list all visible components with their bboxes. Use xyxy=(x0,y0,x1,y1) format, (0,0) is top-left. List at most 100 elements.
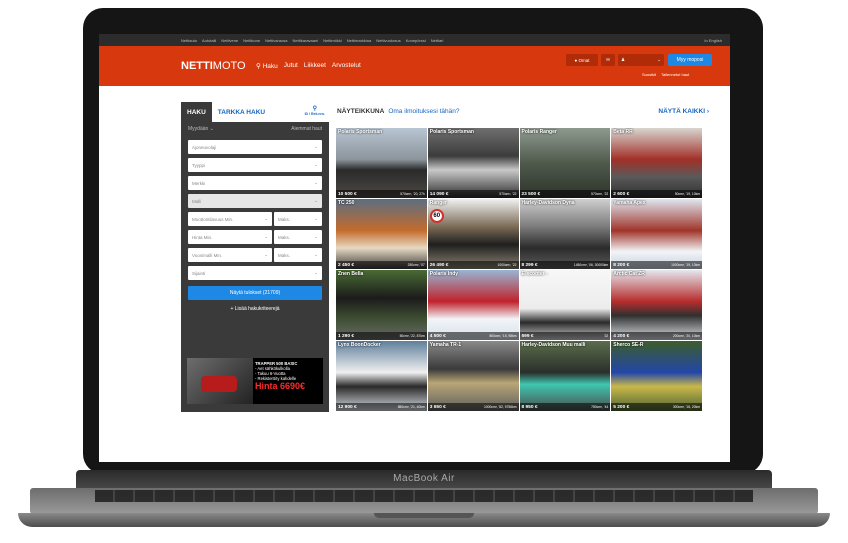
listing-specs: 300cm³, '16, 20km xyxy=(672,405,700,409)
selling-label: Myydään xyxy=(188,126,209,132)
sidebar-ad-banner[interactable]: TRAPPER 500 BASIC - Aet sähkökulkolla - … xyxy=(187,358,323,404)
engine-min-label: Moottoritilavuus Min. xyxy=(192,216,234,222)
listing-specs: 570cm³, '22 xyxy=(499,192,517,196)
nav-haku[interactable]: ⚲ Haku xyxy=(256,62,278,70)
topbar-link-nettiari[interactable]: Nettiari xyxy=(431,38,444,43)
location-select[interactable]: Sijainti ⌄ xyxy=(188,266,322,280)
language-link[interactable]: In English xyxy=(704,38,722,43)
showcase-title: NÄYTEIKKUNA xyxy=(337,107,385,115)
chevron-down-icon: ⌄ xyxy=(264,216,268,221)
listing-card[interactable]: Polaris Sportsman 10 500 € 570cm³, '20, 27… xyxy=(336,128,427,198)
vehicle-type-label: Ajoneuvolaji xyxy=(192,144,217,150)
listing-specs: 250cm³, '07 xyxy=(407,263,425,267)
topbar-link-autotalli[interactable]: Autotalli xyxy=(202,38,216,43)
listing-price: 1 290 € xyxy=(338,333,355,339)
laptop-notch xyxy=(374,513,474,518)
listing-price: 14 090 € xyxy=(429,191,449,197)
year-max-select[interactable]: Maks. ⌄ xyxy=(274,248,322,262)
listing-price-bar: 3 650 € 1000cm³, '82, 9756km xyxy=(427,403,519,411)
listing-card[interactable]: Harley-Davidson Dyna 8 299 € 1450cm³, '06,… xyxy=(519,199,611,269)
engine-min-select[interactable]: Moottoritilavuus Min. ⌄ xyxy=(188,212,272,226)
listing-card[interactable]: Polaris Ranger 23 500 € 570cm³, '22 xyxy=(519,128,611,198)
topbar-link-nettivaraosa[interactable]: Nettivaraosa xyxy=(265,38,287,43)
vehicle-type-select[interactable]: Ajoneuvolaji ⌄ xyxy=(188,140,322,154)
listing-price-bar: 26 490 € 1000cm³, '22 xyxy=(427,261,519,269)
listing-title: Ranger xyxy=(429,200,447,206)
price-max-select[interactable]: Maks. ⌄ xyxy=(274,230,322,244)
listing-card[interactable]: Yamaha Apex 8 200 € 1000cm³, '19, 10km xyxy=(611,199,702,269)
listing-price-bar: 8 200 € 1000cm³, '19, 10km xyxy=(611,261,702,269)
topbar-link-koneporssi[interactable]: Konepörssi xyxy=(406,38,426,43)
show-all-link[interactable]: NÄYTÄ KAIKKI › xyxy=(658,108,709,115)
logo-light: MOTO xyxy=(212,60,246,72)
nav-jutut[interactable]: Jutut xyxy=(284,62,298,70)
chevron-down-icon: ⌄ xyxy=(314,270,318,275)
year-min-label: Vuosimalli Min. xyxy=(192,252,223,258)
topbar-link-nettimokki[interactable]: Nettimökki xyxy=(323,38,342,43)
nav-arvostelut[interactable]: Arvostelut xyxy=(332,62,361,70)
price-min-select[interactable]: Hinta Min. ⌄ xyxy=(188,230,272,244)
selling-select[interactable]: Myydään ⌄ xyxy=(188,126,214,132)
listing-card[interactable]: Beta RR 2 600 € 50cm³, '19, 10km xyxy=(611,128,702,198)
chevron-down-icon: ⌄ xyxy=(264,234,268,239)
listing-card[interactable]: E-scooter - 599 € '22 xyxy=(519,270,611,340)
topbar-link-nettikaravaani[interactable]: Nettikaravaani xyxy=(293,38,319,43)
listing-price: 23 500 € xyxy=(521,191,541,197)
site-logo[interactable]: NETTIMOTO xyxy=(181,60,246,72)
selling-row: Myydään ⌄ Aiemmat haut xyxy=(188,122,322,136)
user-icon: ♟ xyxy=(621,57,626,62)
make-select[interactable]: Merkki ⌄ xyxy=(188,176,322,190)
listing-price-bar: 12 900 € 850cm³, '21, 40km xyxy=(336,403,427,411)
omat-button[interactable]: ● Omat xyxy=(566,54,598,66)
tab-haku[interactable]: HAKU xyxy=(181,102,212,122)
topbar-link-nettivene[interactable]: Nettivene xyxy=(221,38,238,43)
tab-tarkka-haku[interactable]: TARKKA HAKU xyxy=(212,109,271,116)
listing-price-bar: 10 500 € 570cm³, '20, 27h xyxy=(336,190,427,198)
showcase-own-ad-link[interactable]: Oma ilmoituksesi tähän? xyxy=(388,108,459,115)
listing-title: TC 250 xyxy=(338,200,355,206)
topbar-link-nettikone[interactable]: Nettikone xyxy=(243,38,260,43)
sell-button[interactable]: Myy moposi xyxy=(668,54,712,66)
type-select[interactable]: Tyyppi ⌄ xyxy=(188,158,322,172)
topbar-link-nettimarkkina[interactable]: Nettimarkkina xyxy=(347,38,371,43)
listing-price-bar: 14 090 € 570cm³, '22 xyxy=(427,190,519,198)
listing-price-bar: 2 600 € 50cm³, '19, 10km xyxy=(611,190,702,198)
favorites-link[interactable]: Suosikit xyxy=(642,72,656,77)
listing-card[interactable]: Polaris Sportsman 14 090 € 570cm³, '22 xyxy=(427,128,519,198)
price-max-label: Maks. xyxy=(278,234,291,240)
listing-specs: 800cm³, '15, 98km xyxy=(489,334,517,338)
listing-price: 3 650 € xyxy=(429,404,446,410)
listing-card[interactable]: Arctic Cat ZR 4 200 € 200cm³, '20, 10km xyxy=(611,270,702,340)
listing-price-bar: 23 500 € 570cm³, '22 xyxy=(519,190,611,198)
listing-card[interactable]: Polaris Indy 4 500 € 800cm³, '15, 98km xyxy=(427,270,519,340)
chevron-down-icon: ⌄ xyxy=(314,252,318,257)
laptop-keyboard xyxy=(95,490,753,502)
listing-title: Polaris Indy xyxy=(429,271,459,277)
listing-card[interactable]: Yamaha TR-1 3 650 € 1000cm³, '82, 9756km xyxy=(427,341,519,411)
listing-card[interactable]: Znen Bella 1 290 € 50cm³, '22, 87km xyxy=(336,270,427,340)
user-menu-button[interactable]: ♟ ⌄ xyxy=(618,54,664,66)
mail-icon: ✉ xyxy=(606,57,610,62)
messages-button[interactable]: ✉ xyxy=(601,54,615,66)
previous-searches-link[interactable]: Aiemmat haut xyxy=(291,126,322,132)
nav-liikkeet[interactable]: Liikkeet xyxy=(304,62,326,70)
topbar-link-nettiauto[interactable]: Nettiauto xyxy=(181,38,197,43)
more-criteria-link[interactable]: + Lisää hakukriteerejä xyxy=(181,306,329,312)
model-select[interactable]: Malli ⌄ xyxy=(188,194,322,208)
listing-card[interactable]: Ranger 60 26 490 € 1000cm³, '22 xyxy=(427,199,519,269)
show-results-button[interactable]: Näytä tulokset (21709) xyxy=(188,286,322,300)
engine-max-label: Maks. xyxy=(278,216,291,222)
listing-card[interactable]: Harley-Davidson Muu malli 8 950 € 750cm³, … xyxy=(519,341,611,411)
price-min-label: Hinta Min. xyxy=(192,234,213,240)
listing-card[interactable]: TC 250 2 450 € 250cm³, '07 xyxy=(336,199,427,269)
listing-card[interactable]: Sherco SE-R 5 200 € 300cm³, '16, 20km xyxy=(611,341,702,411)
year-min-select[interactable]: Vuosimalli Min. ⌄ xyxy=(188,248,272,262)
topbar-link-nettivuokraus[interactable]: Nettivuokraus xyxy=(376,38,400,43)
tab-id-search[interactable]: ⚲ ID / Rek.nro. xyxy=(305,106,325,117)
showcase-grid: Polaris Sportsman 10 500 € 570cm³, '20, 27… xyxy=(336,128,702,411)
saved-searches-link[interactable]: Tallennetut haut xyxy=(661,72,689,77)
engine-max-select[interactable]: Maks. ⌄ xyxy=(274,212,322,226)
listing-card[interactable]: Lynx BoonDocker 12 900 € 850cm³, '21, 40km xyxy=(336,341,427,411)
listing-price-bar: 5 200 € 300cm³, '16, 20km xyxy=(611,403,702,411)
listing-title: Yamaha Apex xyxy=(613,200,646,206)
